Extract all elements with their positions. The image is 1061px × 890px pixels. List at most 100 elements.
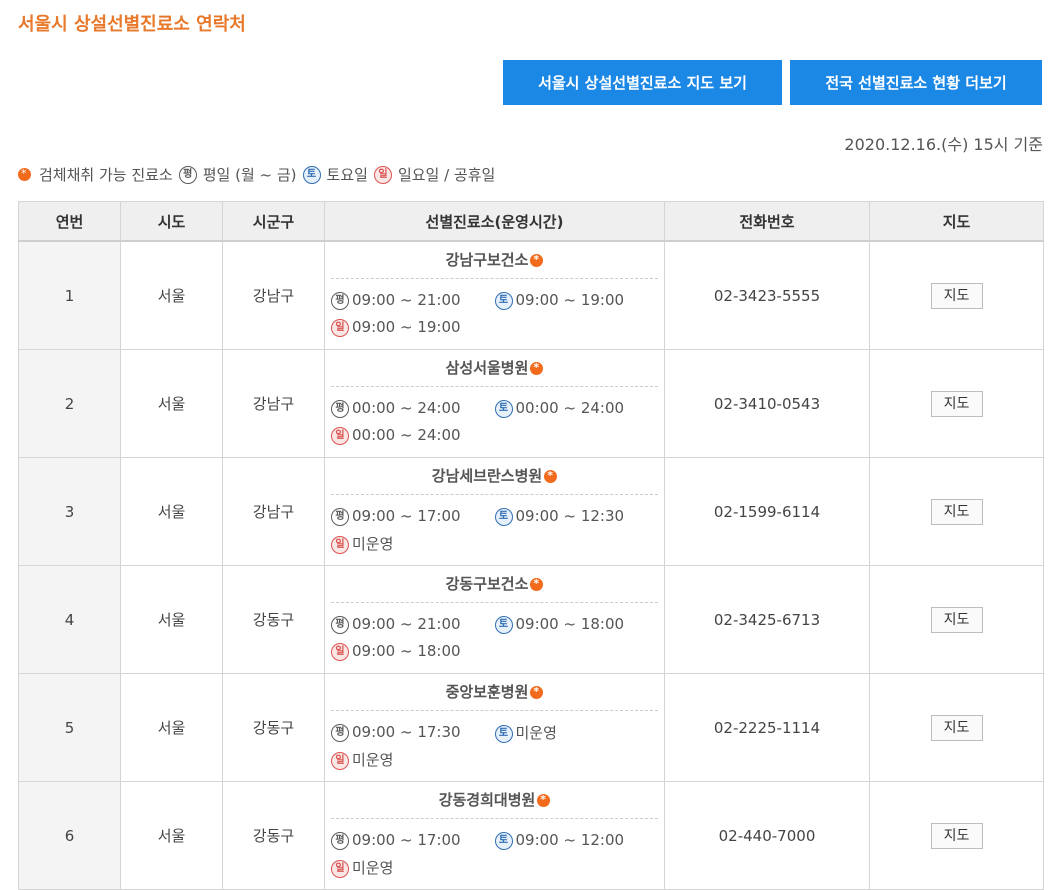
row-clinic: 강동경희대병원 평09:00 ~ 17:00 토09:00 ~ 12:00 일미… xyxy=(324,781,665,890)
clinic-name-wrap: 강동경희대병원 xyxy=(331,782,658,819)
map-button[interactable]: 지도 xyxy=(930,282,983,309)
saturday-badge-icon: 토 xyxy=(494,291,513,310)
sunday-badge-icon: 일 xyxy=(331,318,349,337)
row-sido: 서울 xyxy=(120,673,223,782)
header-map: 지도 xyxy=(869,201,1044,242)
sunday-hours: 09:00 ~ 18:00 xyxy=(352,642,461,661)
row-sigungu: 강남구 xyxy=(222,457,325,566)
clinic-name: 강동경희대병원 xyxy=(438,791,536,809)
table-row: 2 서울 강남구 삼성서울병원 평00:00 ~ 24:00 토00:00 ~ … xyxy=(18,349,1044,458)
table-header-row: 연번 시도 시군구 선별진료소(운영시간) 전화번호 지도 xyxy=(18,201,1044,242)
row-phone: 02-2225-1114 xyxy=(664,673,870,782)
row-no: 1 xyxy=(18,240,121,350)
page-title: 서울시 상설선별진료소 연락처 xyxy=(18,14,246,35)
row-map-cell: 지도 xyxy=(869,673,1044,782)
saturday-hours: 09:00 ~ 12:00 xyxy=(515,831,625,850)
weekday-hours: 09:00 ~ 17:00 xyxy=(352,507,461,526)
clinic-hours: 평 09:00 ~ 17:00 토 09:00 ~ 12:30 일 미운영 xyxy=(331,495,658,557)
row-clinic: 중앙보훈병원 평09:00 ~ 17:30 토미운영 일미운영 xyxy=(324,673,665,782)
table-row: 6 서울 강동구 강동경희대병원 평09:00 ~ 17:00 토09:00 ~… xyxy=(18,781,1044,890)
specimen-marker-icon xyxy=(18,167,31,181)
clinic-hours: 평 09:00 ~ 17:00 토 09:00 ~ 12:00 일 미운영 xyxy=(331,819,658,881)
header-sigungu: 시군구 xyxy=(222,201,325,242)
table-row: 1 서울 강남구 강남구보건소 평09:00 ~ 21:00 토09:00 ~ … xyxy=(18,240,1044,350)
clinic-name: 삼성서울병원 xyxy=(445,359,529,377)
map-button[interactable]: 지도 xyxy=(930,606,983,633)
saturday-hours: 09:00 ~ 19:00 xyxy=(515,291,625,310)
saturday-badge-icon: 토 xyxy=(302,165,321,184)
clinic-table: 연번 시도 시군구 선별진료소(운영시간) 전화번호 지도 1 서울 강남구 강… xyxy=(18,201,1044,890)
saturday-badge-icon: 토 xyxy=(494,615,513,634)
row-phone: 02-3410-0543 xyxy=(664,349,870,458)
clinic-name: 중앙보훈병원 xyxy=(445,683,529,701)
clinic-hours: 평 09:00 ~ 21:00 토 09:00 ~ 18:00 일 09:00 ~ 1… xyxy=(331,603,658,665)
sunday-hours: 00:00 ~ 24:00 xyxy=(352,426,461,445)
sunday-hours: 미운영 xyxy=(352,751,394,769)
clinic-hours: 평 09:00 ~ 21:00 토 09:00 ~ 19:00 일 09:00 ~ 1… xyxy=(331,279,658,341)
specimen-marker-icon xyxy=(537,793,551,807)
row-no: 2 xyxy=(18,349,121,458)
legend-specimen-label: 검체채취 가능 진료소 xyxy=(39,166,173,184)
clinic-name-wrap: 강남세브란스병원 xyxy=(331,458,658,495)
legend-weekday-label: 평일 (월 ~ 금) xyxy=(202,166,297,184)
clinic-name-wrap: 중앙보훈병원 xyxy=(331,674,658,711)
row-sigungu: 강동구 xyxy=(222,781,325,890)
specimen-marker-icon xyxy=(530,577,544,591)
row-phone: 02-3425-6713 xyxy=(664,565,870,674)
weekday-hours: 09:00 ~ 17:00 xyxy=(352,831,461,850)
header-no: 연번 xyxy=(18,201,121,242)
sunday-badge-icon: 일 xyxy=(331,426,349,445)
legend: 검체채취 가능 진료소 평 평일 (월 ~ 금) 토 토요일 일 일요일 / 공… xyxy=(18,164,495,185)
saturday-hours: 미운영 xyxy=(515,724,557,742)
row-sido: 서울 xyxy=(120,565,223,674)
sunday-hours: 미운영 xyxy=(352,535,394,553)
map-button[interactable]: 지도 xyxy=(930,822,983,849)
map-button[interactable]: 지도 xyxy=(930,390,983,417)
weekday-badge-icon: 평 xyxy=(331,723,349,742)
specimen-marker-icon xyxy=(544,469,558,483)
table-row: 5 서울 강동구 중앙보훈병원 평09:00 ~ 17:30 토미운영 일미운영… xyxy=(18,673,1044,782)
row-sido: 서울 xyxy=(120,781,223,890)
row-no: 6 xyxy=(18,781,121,890)
nationwide-more-button[interactable]: 전국 선별진료소 현황 더보기 xyxy=(790,60,1042,105)
map-button[interactable]: 지도 xyxy=(930,498,983,525)
row-clinic: 삼성서울병원 평00:00 ~ 24:00 토00:00 ~ 24:00 일00… xyxy=(324,349,665,458)
weekday-hours: 09:00 ~ 21:00 xyxy=(352,615,461,634)
weekday-badge-icon: 평 xyxy=(331,291,349,310)
saturday-hours: 09:00 ~ 12:30 xyxy=(515,507,625,526)
row-phone: 02-3423-5555 xyxy=(664,240,870,350)
row-phone: 02-1599-6114 xyxy=(664,457,870,566)
specimen-marker-icon xyxy=(530,253,544,267)
row-sigungu: 강동구 xyxy=(222,565,325,674)
weekday-badge-icon: 평 xyxy=(331,507,349,526)
row-map-cell: 지도 xyxy=(869,781,1044,890)
clinic-hours: 평 09:00 ~ 17:30 토 미운영 일 미운영 xyxy=(331,711,658,773)
header-sido: 시도 xyxy=(120,201,223,242)
clinic-name: 강남세브란스병원 xyxy=(431,467,543,485)
weekday-badge-icon: 평 xyxy=(331,399,349,418)
sunday-badge-icon: 일 xyxy=(331,859,349,878)
map-view-button[interactable]: 서울시 상설선별진료소 지도 보기 xyxy=(503,60,782,105)
saturday-badge-icon: 토 xyxy=(494,507,513,526)
weekday-badge-icon: 평 xyxy=(331,615,349,634)
row-clinic: 강남세브란스병원 평09:00 ~ 17:00 토09:00 ~ 12:30 일… xyxy=(324,457,665,566)
map-button[interactable]: 지도 xyxy=(930,714,983,741)
saturday-hours: 09:00 ~ 18:00 xyxy=(515,615,625,634)
header-clinic: 선별진료소(운영시간) xyxy=(324,201,665,242)
row-sigungu: 강남구 xyxy=(222,240,325,350)
table-row: 4 서울 강동구 강동구보건소 평09:00 ~ 21:00 토09:00 ~ … xyxy=(18,565,1044,674)
row-phone: 02-440-7000 xyxy=(664,781,870,890)
row-sido: 서울 xyxy=(120,240,223,350)
saturday-badge-icon: 토 xyxy=(494,399,513,418)
row-sido: 서울 xyxy=(120,349,223,458)
row-no: 5 xyxy=(18,673,121,782)
weekday-badge-icon: 평 xyxy=(331,831,349,850)
header-phone: 전화번호 xyxy=(664,201,870,242)
saturday-badge-icon: 토 xyxy=(494,724,513,743)
row-sigungu: 강동구 xyxy=(222,673,325,782)
sunday-hours: 09:00 ~ 19:00 xyxy=(352,318,461,337)
saturday-badge-icon: 토 xyxy=(494,831,513,850)
row-no: 3 xyxy=(18,457,121,566)
sunday-badge-icon: 일 xyxy=(331,642,349,661)
clinic-name-wrap: 강동구보건소 xyxy=(331,566,658,603)
